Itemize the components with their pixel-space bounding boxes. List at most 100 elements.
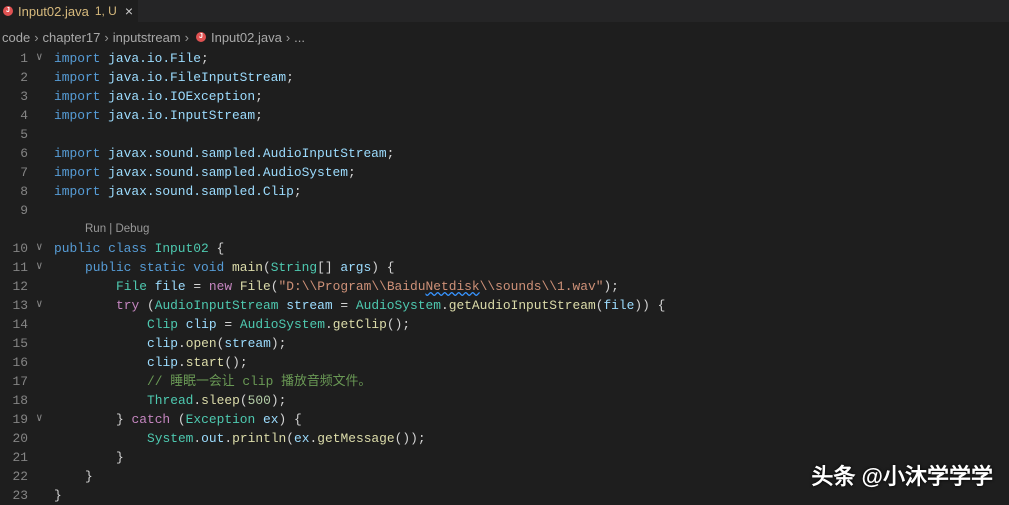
code-token: )) { xyxy=(634,298,666,313)
code-line: 8 import javax.sound.sampled.Clip; xyxy=(0,182,1009,201)
code-token: ); xyxy=(603,279,619,294)
code-text: import java.io.IOException; xyxy=(54,87,263,106)
breadcrumb-more[interactable]: ... xyxy=(294,30,305,45)
code-token: ( xyxy=(239,393,248,408)
code-token: \\sounds\\1.wav" xyxy=(479,279,604,294)
code-token: java.io.InputStream xyxy=(108,108,256,123)
code-token: file xyxy=(603,298,635,313)
code-line: 17 // 睡眠一会让 clip 播放音频文件。 xyxy=(0,372,1009,391)
code-text: import javax.sound.sampled.Clip; xyxy=(54,182,302,201)
code-line: 9 xyxy=(0,201,1009,220)
code-editor[interactable]: 1 ∨ import java.io.File; 2 import java.io.Fi… xyxy=(0,49,1009,505)
code-token: import xyxy=(54,108,101,123)
code-token: getAudioInputStream xyxy=(448,298,596,313)
fold-chevron-icon[interactable]: ∨ xyxy=(36,296,43,315)
fold-chevron-icon[interactable]: ∨ xyxy=(36,258,43,277)
code-token: try xyxy=(116,298,147,313)
code-token: } xyxy=(85,469,93,484)
code-text: } xyxy=(54,486,62,505)
code-token: getMessage xyxy=(317,431,395,446)
code-token: AudioSystem xyxy=(239,317,325,332)
code-token: ); xyxy=(270,336,287,351)
breadcrumb-chapter17[interactable]: chapter17 xyxy=(43,30,101,45)
code-token: } xyxy=(116,450,124,465)
line-number: 9 xyxy=(20,203,28,218)
line-number: 17 xyxy=(12,374,28,389)
code-token: public static void xyxy=(85,260,232,275)
close-icon[interactable]: × xyxy=(125,3,133,19)
code-line: 15 clip.open(stream); xyxy=(0,334,1009,353)
code-token: . xyxy=(193,431,202,446)
code-token: ex xyxy=(294,431,310,446)
chevron-right-icon: › xyxy=(285,29,291,45)
code-token: ) { xyxy=(371,260,395,275)
fold-chevron-icon[interactable]: ∨ xyxy=(36,410,43,429)
breadcrumb-file[interactable]: Input02.java xyxy=(211,30,282,45)
line-number: 16 xyxy=(12,355,28,370)
code-token: ; xyxy=(201,51,209,66)
chevron-right-icon: › xyxy=(34,29,39,45)
code-token: java.io.IOException xyxy=(108,89,256,104)
fold-chevron-icon[interactable]: ∨ xyxy=(36,49,43,68)
code-line: 1 ∨ import java.io.File; xyxy=(0,49,1009,68)
code-token: . xyxy=(177,355,186,370)
code-token: (); xyxy=(386,317,411,332)
code-text: Clip clip = AudioSystem.getClip(); xyxy=(147,315,410,334)
code-token: Exception xyxy=(185,412,264,427)
line-number: 20 xyxy=(12,431,28,446)
line-number: 18 xyxy=(12,393,28,408)
java-error-icon: J xyxy=(3,6,13,16)
code-token: Thread xyxy=(147,393,194,408)
code-token: main xyxy=(231,260,263,275)
code-token: sleep xyxy=(201,393,240,408)
code-line: 2 import java.io.FileInputStream; xyxy=(0,68,1009,87)
code-token: new xyxy=(208,279,240,294)
code-token: import xyxy=(54,70,101,85)
code-token: ( xyxy=(286,431,295,446)
code-token: AudioSystem xyxy=(355,298,441,313)
code-line: 4 import java.io.InputStream; xyxy=(0,106,1009,125)
code-token: = xyxy=(332,298,356,313)
breadcrumb: code › chapter17 › inputstream › J Input02.… xyxy=(0,22,1009,52)
tab-bar: J Input02.java 1, U × xyxy=(0,0,1009,22)
code-token: java.io.FileInputStream xyxy=(108,70,287,85)
code-token: javax.sound.sampled.Clip xyxy=(108,184,294,199)
tab-title: Input02.java xyxy=(18,3,89,19)
code-token: // 睡眠一会让 clip 播放音频文件。 xyxy=(147,374,372,389)
code-token: ) { xyxy=(278,412,302,427)
code-token: ; xyxy=(386,146,395,161)
code-token: ( xyxy=(262,260,271,275)
tab-input02-java[interactable]: J Input02.java 1, U × xyxy=(0,0,138,22)
code-token: . xyxy=(440,298,449,313)
code-token: ; xyxy=(255,108,263,123)
code-token: javax.sound.sampled.AudioSystem xyxy=(108,165,348,180)
line-number: 14 xyxy=(12,317,28,332)
line-number: 6 xyxy=(20,146,28,161)
code-token: file xyxy=(154,279,186,294)
code-token: = xyxy=(185,279,209,294)
code-token: AudioInputStream xyxy=(154,298,287,313)
code-token: println xyxy=(232,431,287,446)
code-token: ); xyxy=(270,393,287,408)
code-token: out xyxy=(201,431,225,446)
line-number: 1 xyxy=(20,51,28,66)
code-token: clip xyxy=(147,355,178,370)
code-token: open xyxy=(185,336,217,351)
codelens-run-debug[interactable]: Run | Debug xyxy=(0,220,1009,239)
code-token: args xyxy=(340,260,372,275)
code-token: } xyxy=(116,412,132,427)
fold-chevron-icon[interactable]: ∨ xyxy=(36,239,43,258)
code-line: 18 Thread.sleep(500); xyxy=(0,391,1009,410)
breadcrumb-code[interactable]: code xyxy=(2,30,30,45)
line-number: 11 xyxy=(12,260,28,275)
code-text: File file = new File("D:\\Program\\Baidu… xyxy=(116,277,619,296)
line-number: 2 xyxy=(20,70,28,85)
code-token: java.io.File xyxy=(108,51,201,66)
code-token: start xyxy=(185,355,225,370)
chevron-right-icon: › xyxy=(184,29,189,45)
breadcrumb-inputstream[interactable]: inputstream xyxy=(113,30,181,45)
